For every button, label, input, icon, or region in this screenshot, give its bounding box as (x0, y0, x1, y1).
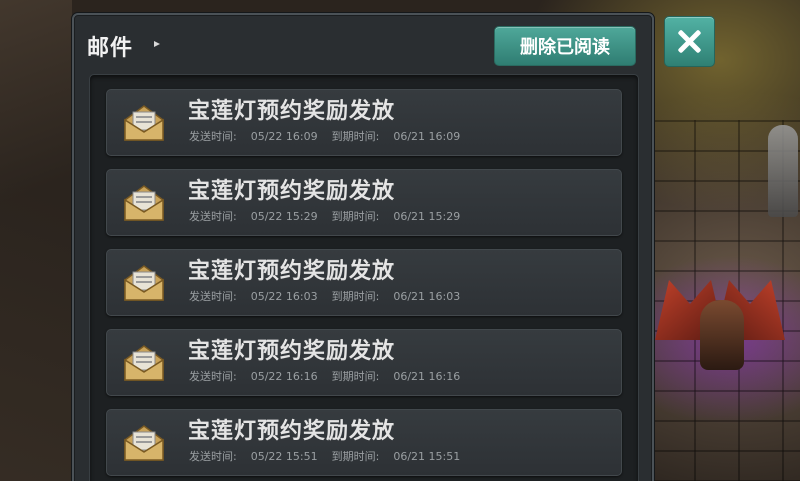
mail-item[interactable]: 宝莲灯预约奖励发放 发送时间: 05/22 16:16 到期时间: 06/21 16:… (106, 329, 622, 396)
mail-panel: 邮件 删除已阅读 宝莲灯预约奖励发放 发送时间: 05/22 16:09 到期时间:… (72, 13, 654, 481)
armored-character (768, 125, 798, 217)
close-button[interactable] (664, 16, 715, 67)
mail-title: 宝莲灯预约奖励发放 (188, 259, 396, 284)
game-scene: 邮件 删除已阅读 宝莲灯预约奖励发放 发送时间: 05/22 16:09 到期时间:… (0, 0, 800, 481)
open-envelope-icon (121, 260, 167, 306)
mail-title: 宝莲灯预约奖励发放 (188, 339, 396, 364)
mail-title: 宝莲灯预约奖励发放 (188, 99, 396, 124)
panel-title: 邮件 (87, 36, 134, 61)
arrow-right-icon (154, 41, 160, 47)
mail-title: 宝莲灯预约奖励发放 (188, 419, 396, 444)
open-envelope-icon (121, 180, 167, 226)
open-envelope-icon (121, 420, 167, 466)
mail-item[interactable]: 宝莲灯预约奖励发放 发送时间: 05/22 16:03 到期时间: 06/21 16:… (106, 249, 622, 316)
mail-dates: 发送时间: 05/22 15:51 到期时间: 06/21 15:51 (189, 450, 461, 463)
mail-item[interactable]: 宝莲灯预约奖励发放 发送时间: 05/22 15:51 到期时间: 06/21 15:… (106, 409, 622, 476)
mail-dates: 发送时间: 05/22 15:29 到期时间: 06/21 15:29 (189, 210, 461, 223)
mail-item[interactable]: 宝莲灯预约奖励发放 发送时间: 05/22 15:29 到期时间: 06/21 15:… (106, 169, 622, 236)
mail-title: 宝莲灯预约奖励发放 (188, 179, 396, 204)
delete-read-button[interactable]: 删除已阅读 (494, 26, 636, 66)
open-envelope-icon (121, 100, 167, 146)
mail-dates: 发送时间: 05/22 16:09 到期时间: 06/21 16:09 (189, 130, 461, 143)
background-rocks (0, 0, 72, 481)
mail-dates: 发送时间: 05/22 16:16 到期时间: 06/21 16:16 (189, 370, 461, 383)
open-envelope-icon (121, 340, 167, 386)
winged-demon-character (655, 270, 785, 380)
mail-list: 宝莲灯预约奖励发放 发送时间: 05/22 16:09 到期时间: 06/21 16:… (89, 74, 639, 481)
mail-item[interactable]: 宝莲灯预约奖励发放 发送时间: 05/22 16:09 到期时间: 06/21 16:… (106, 89, 622, 156)
mail-dates: 发送时间: 05/22 16:03 到期时间: 06/21 16:03 (189, 290, 461, 303)
